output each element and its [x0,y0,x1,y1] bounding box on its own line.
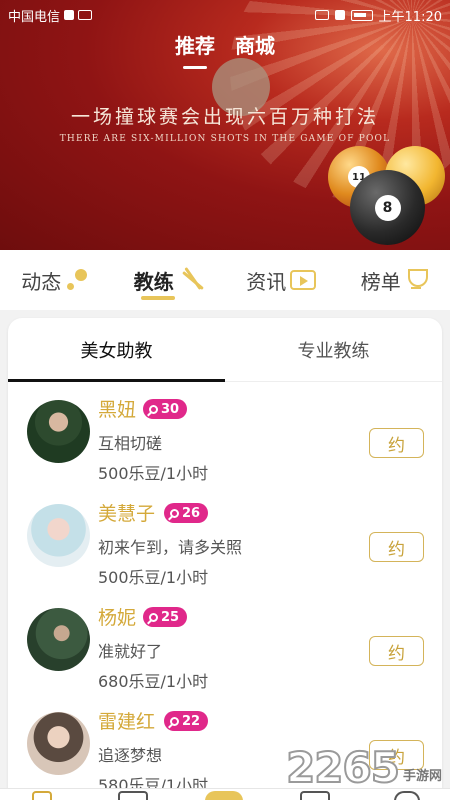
watermark-text: 手游网 [402,769,442,784]
coach-description: 追逐梦想 [98,746,163,765]
cue-icon [178,267,204,293]
coach-name: 雷建红 [98,711,156,733]
banner-slogan-english: THERE ARE SIX-MILLION SHOTS IN THE GAME … [59,134,391,144]
book-button[interactable]: 约 [369,636,424,666]
popularity-badge: 26 [164,503,209,523]
category-label: 动态 [21,269,62,294]
card-icon[interactable] [300,791,330,800]
coach-price: 500乐豆/1小时 [98,568,209,587]
coach-panel: 美女助教 专业教练 黑妞 30 互相切磋 500乐豆/1小时 约 美慧子 26 … [8,318,442,800]
popularity-badge: 25 [143,607,188,627]
tv-icon [290,270,317,290]
banner-slogan: 一场撞球赛会出现六百万种打法 [70,106,379,128]
search-icon [149,612,158,622]
category-label: 教练 [133,269,174,294]
category-coach[interactable]: 教练 [113,250,226,310]
popularity-badge: 22 [164,711,209,731]
carrier-label: 中国电信 [8,9,61,25]
popularity-count: 30 [161,401,180,417]
category-label: 资讯 [246,269,287,294]
coach-list-item[interactable]: 美慧子 26 初来乍到，请多关照 500乐豆/1小时 约 [8,496,442,600]
book-button[interactable]: 约 [369,532,424,562]
search-icon [170,716,179,726]
popularity-count: 26 [182,505,201,521]
category-label: 榜单 [360,269,401,294]
clock: 上午11:20 [378,9,442,25]
coach-list-item[interactable]: 黑妞 30 互相切磋 500乐豆/1小时 约 [8,392,442,496]
tab-recommend[interactable]: 推荐 [175,30,215,69]
book-button[interactable]: 约 [369,428,424,458]
status-bar: 中国电信 上午11:20 [0,0,450,30]
message-icon [78,10,93,20]
coach-price: 500乐豆/1小时 [98,464,209,483]
avatar [27,504,90,567]
notification-icon [64,10,75,20]
coach-description: 初来乍到，请多关照 [98,538,243,557]
avatar [27,608,90,671]
search-icon [149,404,158,414]
tab-professional-coach[interactable]: 专业教练 [225,318,442,381]
dots-icon [65,267,91,293]
tab-female-assistant[interactable]: 美女助教 [8,318,225,382]
watermark-number: 2265 [285,743,401,792]
wifi-icon [314,10,329,20]
popularity-count: 25 [161,609,180,625]
center-action-icon[interactable] [205,791,243,800]
avatar [27,712,90,775]
category-ranking[interactable]: 榜单 [338,250,450,310]
popularity-badge: 30 [143,399,188,419]
category-dynamics[interactable]: 动态 [0,250,113,310]
coach-description: 准就好了 [98,642,163,661]
home-icon[interactable] [32,791,52,800]
coach-price: 680乐豆/1小时 [98,672,209,691]
trophy-icon [405,267,428,293]
signal-icon [334,10,345,20]
battery-icon [350,9,373,21]
coach-list-item[interactable]: 杨妮 25 准就好了 680乐豆/1小时 约 [8,600,442,704]
subtabs: 美女助教 专业教练 [8,318,442,382]
coach-description: 互相切磋 [98,434,163,453]
search-icon [170,508,179,518]
watermark: 2265 手游网 [285,743,442,792]
coach-name: 杨妮 [98,607,137,629]
ball-8-graphic: 8 [350,170,425,245]
ball-number: 8 [374,194,401,221]
profile-icon[interactable] [394,791,420,800]
coach-name: 黑妞 [98,399,137,421]
coach-name: 美慧子 [98,503,156,525]
category-news[interactable]: 资讯 [225,250,338,310]
mail-icon[interactable] [118,791,148,800]
avatar [27,400,90,463]
hero-banner[interactable]: 中国电信 上午11:20 推荐 商城 一场撞球赛会出现六百万种打法 THERE … [0,0,450,250]
popularity-count: 22 [182,713,201,729]
category-bar: 动态 教练 资讯 榜单 [0,250,450,310]
